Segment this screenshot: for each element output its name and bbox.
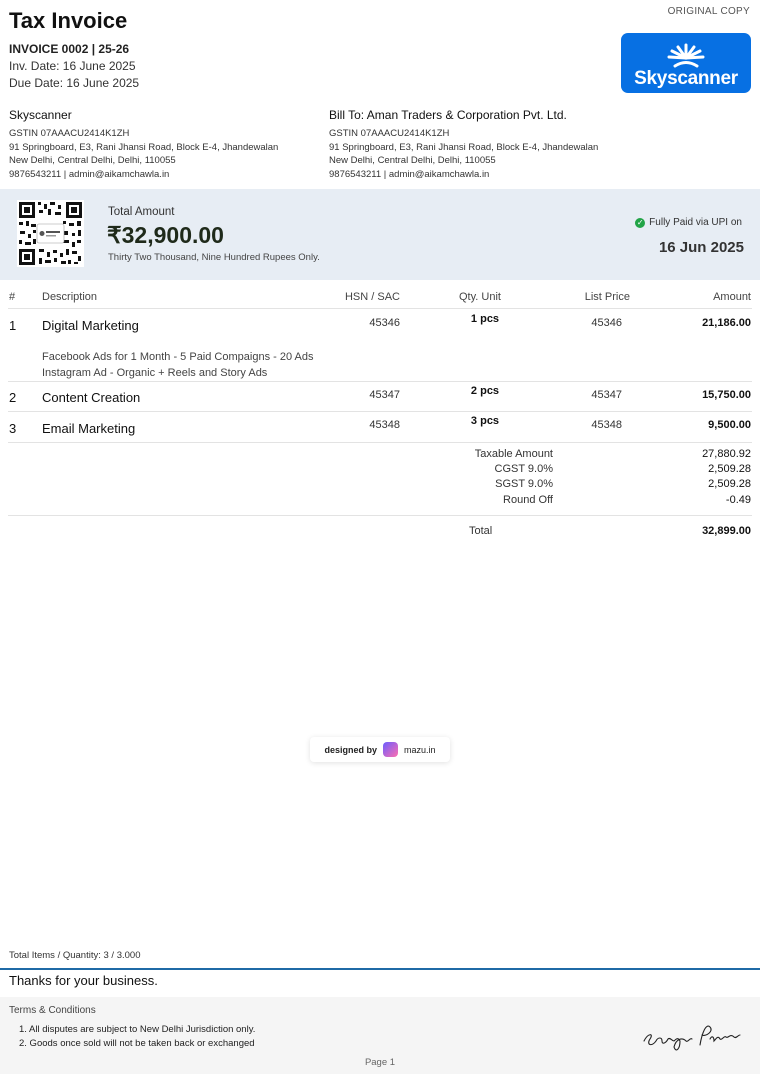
invoice-date: Inv. Date: 16 June 2025	[9, 59, 136, 73]
terms-item: 1. All disputes are subject to New Delhi…	[19, 1024, 256, 1035]
col-header-hsn: HSN / SAC	[344, 291, 400, 303]
company-logo: Skyscanner	[621, 33, 751, 93]
buyer-contact: 9876543211 | admin@aikamchawla.in	[329, 168, 490, 180]
taxable-amount-value: 27,880.92	[702, 448, 751, 460]
payment-status-text: Fully Paid via UPI on	[649, 217, 742, 228]
buyer-name: Bill To: Aman Traders & Corporation Pvt.…	[329, 108, 567, 122]
row-description: Content Creation	[42, 390, 141, 405]
buyer-address-1: 91 Springboard, E3, Rani Jhansi Road, Bl…	[329, 141, 599, 153]
buyer-address-2: New Delhi, Central Delhi, Delhi, 110055	[329, 155, 496, 166]
footer-divider	[0, 968, 760, 970]
row-qty: 2 pcs	[470, 385, 500, 397]
buyer-block: Bill To: Aman Traders & Corporation Pvt.…	[329, 108, 598, 181]
row-hsn: 45347	[369, 389, 400, 401]
qr-code-icon	[17, 200, 84, 267]
cgst-label: CGST 9.0%	[494, 463, 554, 475]
row-qty: 1 pcs	[470, 313, 500, 325]
seller-block: Skyscanner GSTIN 07AAACU2414K1ZH 91 Spri…	[9, 108, 278, 181]
due-date: Due Date: 16 June 2025	[9, 76, 140, 90]
round-off-label: Round Off	[503, 494, 553, 506]
invoice-page: ORIGINAL COPY Tax Invoice INVOICE 0002 |…	[0, 0, 760, 1074]
row-price: 45347	[591, 389, 622, 401]
payment-status: ✓ Fully Paid via UPI on	[635, 217, 742, 228]
divider	[8, 515, 752, 516]
row-amount: 15,750.00	[702, 389, 751, 401]
copy-label: ORIGINAL COPY	[667, 6, 750, 17]
sgst-label: SGST 9.0%	[495, 478, 553, 490]
row-number: 1	[9, 318, 17, 333]
row-hsn: 45348	[369, 419, 400, 431]
row-detail-line: Facebook Ads for 1 Month - 5 Paid Compai…	[42, 351, 314, 363]
badge-prefix: designed by	[324, 744, 377, 755]
divider	[8, 381, 752, 382]
row-number: 3	[9, 421, 17, 436]
row-qty: 3 pcs	[470, 415, 500, 427]
seller-contact: 9876543211 | admin@aikamchawla.in	[9, 168, 170, 180]
terms-title: Terms & Conditions	[9, 1005, 96, 1016]
row-description: Email Marketing	[42, 421, 136, 436]
sgst-value: 2,509.28	[708, 478, 751, 490]
col-header-number: #	[9, 291, 16, 303]
divider	[8, 308, 752, 309]
row-amount: 9,500.00	[708, 419, 751, 431]
seller-gstin: GSTIN 07AAACU2414K1ZH	[9, 128, 130, 139]
total-items: Total Items / Quantity: 3 / 3.000	[9, 950, 141, 961]
row-amount: 21,186.00	[702, 317, 751, 329]
buyer-gstin: GSTIN 07AAACU2414K1ZH	[329, 128, 450, 139]
col-header-qty: Qty. Unit	[459, 291, 501, 303]
cgst-value: 2,509.28	[708, 463, 751, 475]
row-price: 45346	[591, 317, 622, 329]
row-description: Digital Marketing	[42, 318, 139, 333]
divider	[8, 411, 752, 412]
col-header-description: Description	[42, 291, 98, 303]
col-header-price: List Price	[584, 291, 630, 303]
seller-name: Skyscanner	[9, 108, 72, 122]
mazu-logo-icon	[383, 742, 398, 757]
seller-address-2: New Delhi, Central Delhi, Delhi, 110055	[9, 155, 176, 166]
terms-item: 2. Goods once sold will not be taken bac…	[19, 1038, 255, 1049]
round-off-value: -0.49	[725, 494, 751, 506]
row-details: Facebook Ads for 1 Month - 5 Paid Compai…	[42, 349, 313, 381]
check-circle-icon: ✓	[635, 217, 646, 228]
grand-total-label: Total	[469, 525, 493, 537]
taxable-amount-label: Taxable Amount	[474, 448, 553, 460]
divider	[8, 442, 752, 443]
row-number: 2	[9, 390, 17, 405]
row-hsn: 45346	[369, 317, 400, 329]
payment-date: 16 Jun 2025	[658, 239, 744, 256]
row-price: 45348	[591, 419, 622, 431]
grand-total-value: 32,899.00	[702, 525, 751, 537]
page-title: Tax Invoice	[9, 8, 128, 33]
total-amount-words: Thirty Two Thousand, Nine Hundred Rupees…	[108, 252, 320, 263]
total-amount-value: ₹32,900.00	[107, 222, 224, 248]
signature	[640, 1015, 745, 1055]
badge-brand: mazu.in	[404, 744, 436, 755]
page-number: Page 1	[364, 1057, 396, 1068]
total-amount-label: Total Amount	[108, 206, 175, 218]
logo-text: Skyscanner	[634, 68, 738, 89]
row-detail-line: Instagram Ad - Organic + Reels and Story…	[42, 367, 268, 379]
col-header-amount: Amount	[713, 291, 751, 303]
seller-address-1: 91 Springboard, E3, Rani Jhansi Road, Bl…	[9, 141, 279, 153]
thanks-message: Thanks for your business.	[9, 973, 158, 988]
invoice-number: INVOICE 0002 | 25-26	[9, 42, 130, 56]
designed-by-badge[interactable]: designed by mazu.in	[310, 737, 450, 762]
